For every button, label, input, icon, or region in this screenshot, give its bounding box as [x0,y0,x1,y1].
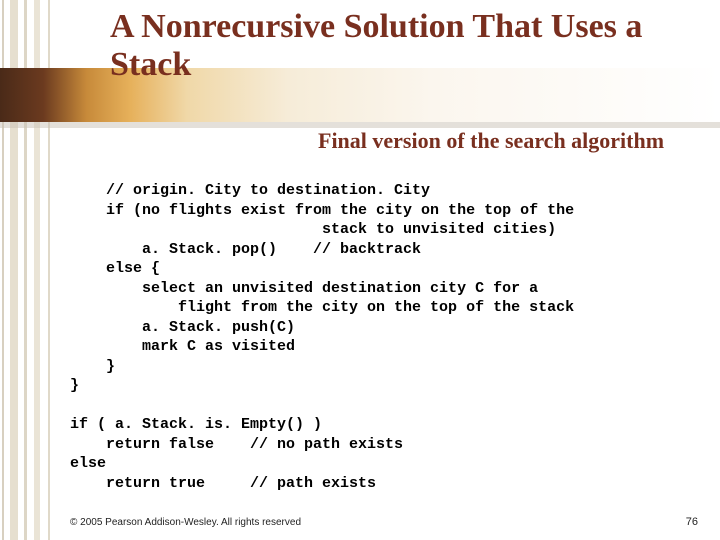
slide-subtitle: Final version of the search algorithm [318,128,664,154]
copyright-footer: © 2005 Pearson Addison-Wesley. All right… [70,517,700,528]
slide-title: A Nonrecursive Solution That Uses a Stac… [110,8,690,84]
code-block: // origin. City to destination. City if … [70,181,690,493]
page-number: 76 [686,516,698,528]
